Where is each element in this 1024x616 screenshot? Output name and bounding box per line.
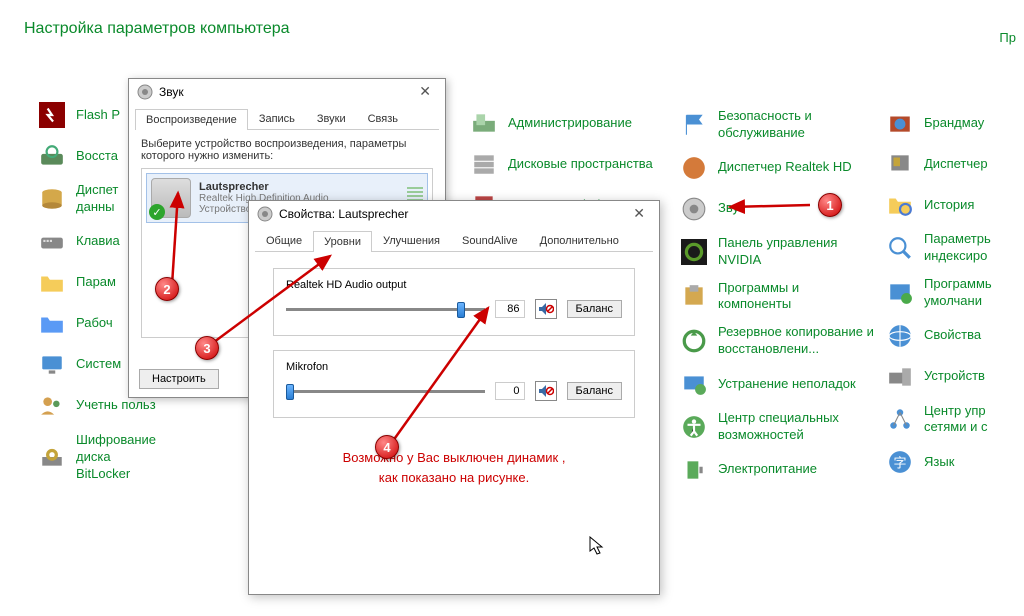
cp-item-language[interactable]: 字Язык [886,447,1016,477]
odbc-icon [38,185,66,213]
cp-item-accessibility[interactable]: Центр специальных возможностей [680,410,875,444]
firewall-icon [886,109,914,137]
mic-level-slider[interactable] [286,390,485,393]
cp-item-power[interactable]: Электропитание [680,455,875,485]
keyboard-icon [38,228,66,256]
output-level-slider[interactable] [286,308,485,311]
devices-icon [886,363,914,391]
properties-tabs: Общие Уровни Улучшения SoundAlive Дополн… [255,230,653,252]
workfolders-icon [38,310,66,338]
annotation-badge-3: 3 [195,336,219,360]
configure-button[interactable]: Настроить [139,369,219,389]
cp-item-indexing[interactable]: Параметрь индексиро [886,231,1016,265]
device-speaker-icon: ✓ [151,178,191,218]
mouse-cursor-icon [589,536,605,556]
level-group-output: Realtek HD Audio output 86 Баланс [273,268,635,336]
playback-instruction: Выберите устройство воспроизведения, пар… [141,138,433,162]
cp-item-firewall[interactable]: Брандмау [886,108,1016,138]
globe-icon [886,322,914,350]
output-level-value: 86 [495,300,525,318]
speaker-icon [680,195,708,223]
recovery-icon [38,142,66,170]
indexing-icon [886,234,914,262]
annotation-badge-1: 1 [818,193,842,217]
speaker-icon [137,84,153,100]
cp-item-security[interactable]: Безопасность и обслуживание [680,108,875,142]
backup-icon [680,327,708,355]
cp-item-programs[interactable]: Программы и компоненты [680,280,875,314]
flashplayer-icon [38,101,66,129]
cp-item-defaultprograms[interactable]: Программь умолчани [886,276,1016,310]
cp-item-storage[interactable]: Дисковые пространства [470,149,680,179]
cp-item-network[interactable]: Центр упр сетями и с [886,403,1016,437]
mic-mute-button[interactable] [535,381,557,401]
sound-tabs: Воспроизведение Запись Звуки Связь [135,108,439,130]
tab-soundalive[interactable]: SoundAlive [451,230,529,251]
cp-item-realtekhd[interactable]: Диспетчер Realtek HD [680,153,875,183]
flag-icon [680,111,708,139]
cp-item-sound[interactable]: Звук [680,194,875,224]
cp-item-devicemgr[interactable]: Диспетчер [886,149,1016,179]
storage-icon [470,150,498,178]
realtek-icon [680,154,708,182]
annotation-text: Возможно у Вас выключен динамик , как по… [273,448,635,487]
output-mute-button[interactable] [535,299,557,319]
tab-general[interactable]: Общие [255,230,313,251]
cp-item-nvidia[interactable]: Панель управления NVIDIA [680,235,875,269]
level-group-mic: Mikrofon 0 Баланс [273,350,635,418]
svg-text:字: 字 [893,456,906,471]
mic-level-label: Mikrofon [286,361,622,373]
tab-levels[interactable]: Уровни [313,231,372,252]
language-icon: 字 [886,448,914,476]
properties-title: Свойства: Lautsprecher [279,207,408,221]
annotation-badge-2: 2 [155,277,179,301]
mic-level-value: 0 [495,382,525,400]
tab-advanced[interactable]: Дополнительно [529,230,630,251]
history-icon [886,191,914,219]
users-icon [38,392,66,420]
page-title: Настройка параметров компьютера [24,20,1000,38]
sound-dialog-title: Звук [159,85,184,99]
tab-playback[interactable]: Воспроизведение [135,109,248,130]
annotation-badge-4: 4 [375,435,399,459]
cp-item-devices[interactable]: Устройств [886,362,1016,392]
sound-dialog-titlebar[interactable]: Звук ✕ [129,79,445,104]
defaultprog-icon [886,279,914,307]
speaker-icon [257,206,273,222]
tab-sounds[interactable]: Звуки [306,108,357,129]
bitlocker-icon [38,443,66,471]
properties-titlebar[interactable]: Свойства: Lautsprecher ✕ [249,201,659,226]
accessibility-icon [680,413,708,441]
cp-item-internetoptions[interactable]: Свойства [886,321,1016,351]
cp-item-troubleshoot[interactable]: Устранение неполадок [680,369,875,399]
output-level-label: Realtek HD Audio output [286,279,622,291]
cp-item-backup[interactable]: Резервное копирование и восстановлени... [680,324,875,358]
cp-item-bitlocker[interactable]: Шифрование диска BitLocker [38,432,158,483]
devicemgr-icon [886,150,914,178]
viewby-label-partial: Пр [999,30,1016,45]
tab-communications[interactable]: Связь [357,108,409,129]
nvidia-icon [680,238,708,266]
programs-icon [680,282,708,310]
device-name: Lautsprecher [199,181,399,193]
output-balance-button[interactable]: Баланс [567,300,622,318]
power-icon [680,456,708,484]
default-checkmark-icon: ✓ [149,204,165,220]
admin-icon [470,109,498,137]
folder-icon [38,269,66,297]
close-button[interactable]: ✕ [627,205,651,222]
cp-item-admin[interactable]: Администрирование [470,108,680,138]
network-icon [886,405,914,433]
cp-item-filehistory[interactable]: История [886,190,1016,220]
troubleshoot-icon [680,370,708,398]
tab-enhancements[interactable]: Улучшения [372,230,451,251]
system-icon [38,351,66,379]
mic-balance-button[interactable]: Баланс [567,382,622,400]
tab-recording[interactable]: Запись [248,108,306,129]
close-button[interactable]: ✕ [413,83,437,100]
